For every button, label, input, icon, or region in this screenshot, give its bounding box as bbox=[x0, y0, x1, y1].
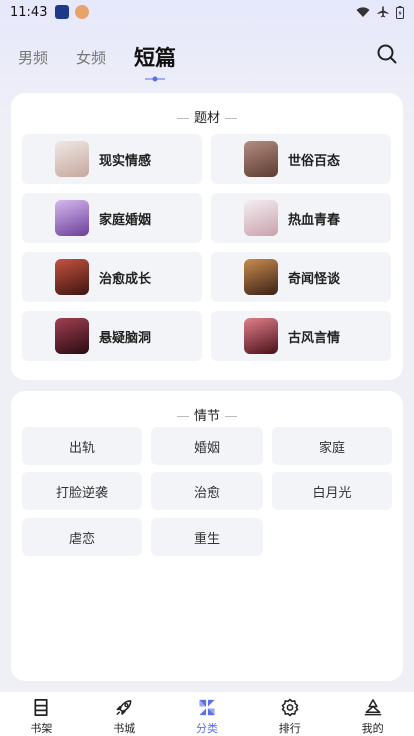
genre-cover-image bbox=[55, 318, 89, 354]
plot-tag-marriage[interactable]: 婚姻 bbox=[151, 427, 263, 465]
genre-cover-image bbox=[55, 200, 89, 236]
plot-tag-white-moonlight[interactable]: 白月光 bbox=[272, 472, 392, 510]
search-icon[interactable] bbox=[376, 43, 398, 65]
genre-realistic-emotion[interactable]: 现实情感 bbox=[22, 134, 202, 184]
channel-tabs: 男频 女频 短篇 bbox=[18, 36, 204, 82]
wifi-icon bbox=[356, 7, 370, 17]
genre-cover-image bbox=[244, 141, 278, 177]
genre-cover-image bbox=[55, 259, 89, 295]
genre-ancient-romance[interactable]: 古风言情 bbox=[211, 311, 391, 361]
tab-label: 女频 bbox=[76, 49, 107, 67]
nav-profile[interactable]: 我的 bbox=[331, 692, 414, 736]
plot-tag-family[interactable]: 家庭 bbox=[272, 427, 392, 465]
genre-cover-image bbox=[55, 141, 89, 177]
genre-label: 古风言情 bbox=[288, 330, 341, 346]
genre-label: 热血青春 bbox=[288, 212, 341, 228]
nav-label: 我的 bbox=[361, 722, 384, 735]
genre-healing-growth[interactable]: 治愈成长 bbox=[22, 252, 202, 302]
tab-label: 男频 bbox=[18, 49, 49, 67]
status-bar: 11:43 bbox=[0, 0, 414, 24]
airplane-icon bbox=[377, 6, 389, 18]
genre-family-marriage[interactable]: 家庭婚姻 bbox=[22, 193, 202, 243]
plot-tag-comeback[interactable]: 打脸逆袭 bbox=[22, 472, 142, 510]
battery-icon bbox=[396, 5, 404, 19]
tab-male[interactable]: 男频 bbox=[18, 47, 48, 76]
nav-bookshelf[interactable]: 书架 bbox=[0, 692, 83, 736]
nav-label: 分类 bbox=[195, 722, 218, 735]
category-icon bbox=[199, 699, 215, 716]
genre-cover-image bbox=[244, 318, 278, 354]
active-tab-indicator bbox=[145, 76, 166, 82]
rocket-icon bbox=[116, 700, 132, 715]
plots-title: 情节 bbox=[11, 405, 403, 424]
plot-tag-rebirth[interactable]: 重生 bbox=[151, 518, 263, 556]
tab-short-story[interactable]: 短篇 bbox=[134, 42, 177, 82]
notification-avatar-icon bbox=[75, 5, 90, 19]
status-time: 11:43 bbox=[10, 4, 48, 20]
nav-bookstore[interactable]: 书城 bbox=[83, 692, 166, 736]
genre-cover-image bbox=[244, 259, 278, 295]
genre-label: 悬疑脑洞 bbox=[99, 330, 152, 346]
nav-label: 书城 bbox=[113, 722, 136, 735]
gear-icon bbox=[281, 698, 299, 717]
nav-label: 排行 bbox=[278, 722, 301, 735]
notification-app-icon bbox=[55, 5, 70, 19]
genre-cover-image bbox=[244, 200, 278, 236]
tab-label: 短篇 bbox=[134, 46, 177, 70]
genre-suspense[interactable]: 悬疑脑洞 bbox=[22, 311, 202, 361]
bookshelf-icon bbox=[34, 699, 48, 716]
plots-card: 情节 出轨 婚姻 家庭 打脸逆袭 治愈 白月光 虐恋 重生 bbox=[11, 391, 403, 681]
themes-title: 题材 bbox=[11, 107, 403, 126]
profile-icon bbox=[364, 699, 381, 716]
plot-tag-angst-romance[interactable]: 虐恋 bbox=[22, 518, 142, 556]
genre-label: 现实情感 bbox=[99, 153, 152, 169]
nav-category[interactable]: 分类 bbox=[166, 692, 249, 736]
genre-worldly[interactable]: 世俗百态 bbox=[211, 134, 391, 184]
genre-label: 奇闻怪谈 bbox=[288, 271, 341, 287]
genre-label: 世俗百态 bbox=[288, 153, 341, 169]
plot-tag-healing[interactable]: 治愈 bbox=[151, 472, 263, 510]
nav-label: 书架 bbox=[30, 722, 53, 735]
tab-female[interactable]: 女频 bbox=[76, 47, 106, 76]
genre-label: 治愈成长 bbox=[99, 271, 152, 287]
genre-youth[interactable]: 热血青春 bbox=[211, 193, 391, 243]
genre-strange-tales[interactable]: 奇闻怪谈 bbox=[211, 252, 391, 302]
bottom-navigation: 书架 书城 分类 排行 我的 bbox=[0, 692, 414, 736]
themes-card: 题材 现实情感 世俗百态 家庭婚姻 热血青春 治愈成长 奇闻怪谈 悬疑脑洞 古风… bbox=[11, 93, 403, 380]
genre-label: 家庭婚姻 bbox=[99, 212, 152, 228]
plot-tag-cheating[interactable]: 出轨 bbox=[22, 427, 142, 465]
nav-ranking[interactable]: 排行 bbox=[248, 692, 331, 736]
